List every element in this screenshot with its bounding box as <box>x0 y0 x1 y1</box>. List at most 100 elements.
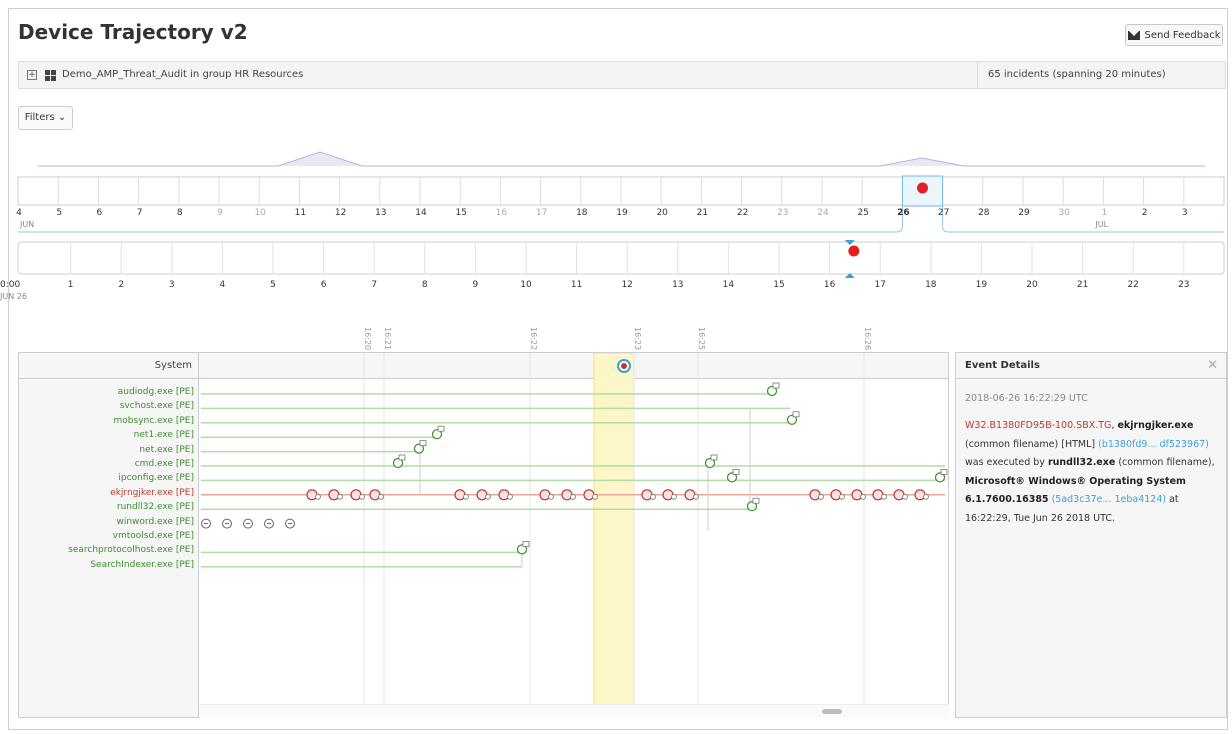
day-tick-label: 17 <box>535 208 548 218</box>
hour-event-marker <box>848 245 860 257</box>
file-icon <box>437 425 445 432</box>
process-label[interactable]: audiodg.exe [PE] <box>118 387 194 397</box>
malicious-file-icon <box>684 489 696 501</box>
day-tick-label: 12 <box>334 208 347 218</box>
hour-tick-label: 17 <box>874 280 886 290</box>
hour-tick-label: 20 <box>1026 280 1038 290</box>
day-tick-label: 24 <box>817 208 829 218</box>
filters-dropdown[interactable]: Filters ⌄ <box>18 106 73 130</box>
windows-icon <box>45 70 56 81</box>
file-icon <box>507 493 513 500</box>
event-description: W32.B1380FD95B-100.SBX.TG, ekjrngjker.ex… <box>965 420 1215 524</box>
hour-tick-label: 12 <box>621 280 633 290</box>
hour-tick-label: 7 <box>371 280 378 290</box>
chevron-down-icon: ⌄ <box>57 112 67 123</box>
day-tick-label: 21 <box>696 208 709 218</box>
malicious-file-icon <box>350 489 362 501</box>
file-icon <box>860 493 866 500</box>
file-icon <box>337 493 343 500</box>
selected-time-dot <box>621 363 627 369</box>
day-tick-label: 11 <box>294 208 307 218</box>
hour-timeline[interactable] <box>0 228 1232 298</box>
day-tick-label: 4 <box>16 208 22 218</box>
hour-strip <box>17 241 1225 275</box>
file-icon <box>710 454 718 461</box>
process-label[interactable]: vmtoolsd.exe [PE] <box>113 531 194 541</box>
process-label[interactable]: net.exe [PE] <box>139 445 194 455</box>
send-feedback-label: Send Feedback <box>1144 29 1221 41</box>
process-label[interactable]: mobsync.exe [PE] <box>114 416 194 426</box>
system-header: System <box>19 353 198 379</box>
hour-tick-label: 10 <box>520 280 532 290</box>
day-tick-label: 1 <box>1101 208 1108 218</box>
selected-time-band <box>593 353 635 706</box>
close-icon[interactable]: ✕ <box>1207 353 1218 379</box>
hour-tick-label: 11 <box>570 280 583 290</box>
process-label[interactable]: ipconfig.exe [PE] <box>118 473 194 483</box>
page-title: Device Trajectory v2 <box>18 20 248 44</box>
hour-tick-label: 16 <box>823 280 836 290</box>
process-label[interactable]: svchost.exe [PE] <box>120 401 194 411</box>
file-hash-link[interactable]: (b1380fd9... df523967) <box>1098 439 1209 450</box>
process-label[interactable]: winword.exe [PE] <box>116 517 194 527</box>
event-timestamp: 2018-06-26 16:22:29 UTC <box>965 393 1088 404</box>
process-label[interactable]: searchprotocolhost.exe [PE] <box>68 545 194 555</box>
hour-tick-label: 14 <box>722 280 735 290</box>
hour-tick-label: 0:00 <box>0 280 21 290</box>
file-icon <box>522 540 530 547</box>
file-icon <box>315 493 321 500</box>
event-details-panel: Event Details ✕ 2018-06-26 16:22:29 UTC … <box>955 352 1227 718</box>
hour-tick-label: 6 <box>320 280 327 290</box>
day-tick-label: 9 <box>217 208 223 218</box>
time-tick-label: 16:21 <box>383 327 392 351</box>
hour-tick-label: 2 <box>118 280 125 290</box>
process-label[interactable]: ekjrngjker.exe [PE] <box>110 488 194 498</box>
file-icon <box>792 411 800 418</box>
process-label[interactable]: cmd.exe [PE] <box>135 459 194 469</box>
activity-curve <box>38 151 1205 167</box>
executed-by-text: was executed by <box>965 457 1048 468</box>
expand-icon[interactable]: + <box>27 70 37 80</box>
file-icon <box>818 493 824 500</box>
process-label[interactable]: net1.exe [PE] <box>134 430 194 440</box>
malicious-file-icon <box>641 489 653 501</box>
file-name: ekjrngjker.exe <box>1117 420 1194 431</box>
file-icon <box>398 454 406 461</box>
malicious-file-icon <box>809 489 821 501</box>
trajectory-graph[interactable] <box>199 352 949 718</box>
file-icon <box>570 493 576 500</box>
day-tick-label: 10 <box>254 208 266 218</box>
filters-label: Filters <box>24 112 55 123</box>
threat-name[interactable]: W32.B1380FD95B-100.SBX.TG <box>965 420 1111 431</box>
file-icon <box>839 493 845 500</box>
hour-date-label: JUN 26 <box>0 292 27 301</box>
malicious-file-icon <box>914 489 926 501</box>
malicious-file-icon <box>893 489 905 501</box>
file-icon <box>772 382 780 389</box>
malicious-file-icon <box>454 489 466 501</box>
file-icon <box>650 493 656 500</box>
hour-tick-label: 13 <box>672 280 684 290</box>
day-tick-label: 22 <box>736 208 749 218</box>
day-tick-label: 2 <box>1141 208 1148 218</box>
process-label[interactable]: SearchIndexer.exe [PE] <box>90 560 194 570</box>
day-tick-label: 14 <box>415 208 427 218</box>
day-tick-label: 29 <box>1018 208 1030 218</box>
file-icon <box>485 493 491 500</box>
malicious-file-icon <box>851 489 863 501</box>
parent-hash-link[interactable]: (5ad3c37e... 1eba4124) <box>1052 494 1167 505</box>
malicious-file-icon <box>476 489 488 501</box>
trajectory-canvas[interactable] <box>199 353 949 719</box>
time-tick-label: 16:20 <box>363 327 372 351</box>
system-panel: System audiodg.exe [PE] svchost.exe [PE] m… <box>18 352 199 718</box>
day-tick-label: 25 <box>857 208 869 218</box>
time-tick-label: 16:25 <box>697 327 706 351</box>
malicious-file-icon <box>328 489 340 501</box>
send-feedback-button[interactable]: Send Feedback <box>1125 24 1223 46</box>
process-label[interactable]: rundll32.exe [PE] <box>117 502 194 512</box>
day-tick-label: 30 <box>1058 208 1070 218</box>
scrollbar-thumb[interactable] <box>822 709 842 714</box>
malicious-file-icon <box>583 489 595 501</box>
time-tick-label: 16:23 <box>633 327 642 351</box>
device-name[interactable]: Demo_AMP_Threat_Audit in group HR Resour… <box>62 69 303 80</box>
